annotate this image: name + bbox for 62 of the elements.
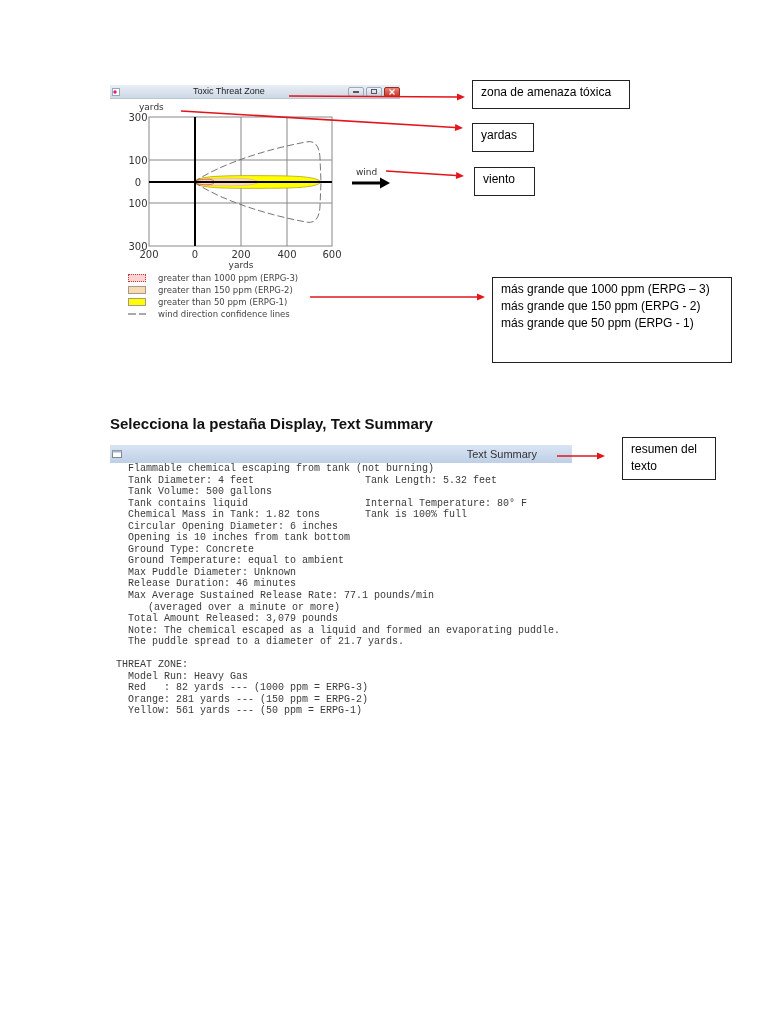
- tick-label: 0: [134, 176, 142, 188]
- summary-text: Tank contains liquid: [128, 497, 249, 509]
- summary-text: Flammable chemical escaping from tank (not burning): [128, 463, 435, 474]
- summary-text: Total Amount Released: 3,079 pounds: [128, 613, 339, 625]
- pointer-arrow: [556, 452, 605, 460]
- maximize-icon: [371, 89, 377, 94]
- summary-text: Opening is 10 inches from tank bottom: [128, 532, 351, 544]
- summary-text: Internal Temperature: 80° F: [365, 497, 528, 509]
- tick-label: 0: [191, 249, 199, 260]
- legend-label: wind direction confidence lines: [158, 309, 290, 319]
- window-title: Toxic Threat Zone: [193, 87, 265, 96]
- window-icon: [112, 450, 122, 458]
- section-heading: THREAT ZONE:: [116, 659, 188, 671]
- tick-label: 600: [322, 249, 342, 260]
- summary-text: Ground Temperature: equal to ambient: [128, 555, 345, 567]
- summary-text: Red : 82 yards --- (1000 ppm = ERPG-3): [128, 682, 369, 694]
- summary-text: Release Duration: 46 minutes: [128, 578, 297, 590]
- note-text: zona de amenaza tóxica: [481, 84, 612, 101]
- legend-label: greater than 50 ppm (ERPG-1): [158, 297, 288, 307]
- dashed-line-icon: [128, 312, 146, 316]
- axis-title: yards: [228, 260, 254, 270]
- legend-label: greater than 150 ppm (ERPG-2): [158, 285, 293, 295]
- summary-text: The puddle spread to a diameter of 21.7 yards.: [128, 636, 405, 648]
- close-icon: [389, 88, 395, 95]
- tick-label: 200: [231, 249, 251, 260]
- note-text: más grande que 50 ppm (ERPG - 1): [501, 315, 694, 332]
- summary-text: Max Puddle Diameter: Unknown: [128, 566, 297, 578]
- window-icon: [112, 87, 120, 96]
- summary-text: Orange: 281 yards --- (150 ppm = ERPG-2): [128, 693, 369, 705]
- maximize-button[interactable]: [366, 86, 382, 97]
- tick-label: 200: [139, 249, 159, 260]
- summary-text: Tank Volume: 500 gallons: [128, 486, 273, 498]
- right-arrow-icon: [352, 177, 390, 189]
- tick-label: 400: [277, 249, 297, 260]
- tick-label: 300: [128, 240, 148, 252]
- close-button[interactable]: [384, 86, 400, 97]
- minimize-icon: [353, 90, 359, 93]
- summary-text: Tank Diameter: 4 feet: [128, 474, 255, 486]
- summary-text: Chemical Mass in Tank: 1.82 tons: [128, 509, 321, 521]
- note-text: viento: [483, 171, 516, 188]
- note-text: yardas: [481, 127, 518, 144]
- minimize-button[interactable]: [348, 86, 364, 97]
- summary-text: Max Average Sustained Release Rate: 77.1 pounds/min: [128, 590, 435, 601]
- summary-text: Note: The chemical escaped as a liquid and formed an evaporating puddle.: [128, 624, 561, 636]
- note-text: resumen del texto: [631, 441, 699, 475]
- summary-text: Yellow: 561 yards --- (50 ppm = ERPG-1): [128, 705, 363, 717]
- summary-text: Tank is 100% full: [365, 509, 468, 521]
- summary-text: Tank Length: 5.32 feet: [365, 474, 498, 487]
- tick-label: 300: [128, 111, 148, 123]
- tick-label: 100: [128, 197, 148, 209]
- window-title: Text Summary: [466, 448, 537, 460]
- legend-label: greater than 1000 ppm (ERPG-3): [158, 273, 299, 283]
- summary-text: Model Run: Heavy Gas: [128, 670, 249, 682]
- summary-text: (averaged over a minute or more): [148, 601, 341, 613]
- summary-text: Circular Opening Diameter: 6 inches: [128, 520, 339, 532]
- wind-label: wind: [356, 167, 378, 177]
- tick-label: 100: [128, 154, 148, 166]
- note-text: más grande que 150 ppm (ERPG - 2): [501, 298, 701, 315]
- instruction-heading: Selecciona la pestaña Display, Text Summary: [110, 415, 433, 433]
- note-text: más grande que 1000 ppm (ERPG – 3): [501, 281, 710, 298]
- summary-text: Ground Type: Concrete: [128, 543, 255, 555]
- axis-title: yards: [139, 102, 164, 112]
